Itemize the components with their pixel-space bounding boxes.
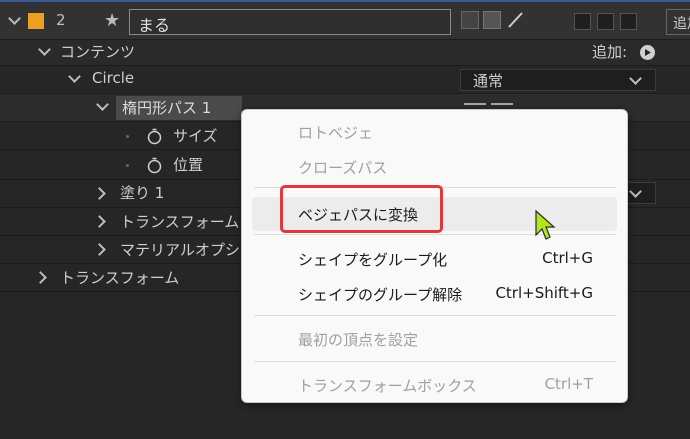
menu-item-set-first-vertex[interactable]: 最初の頂点を設定	[252, 322, 617, 356]
mouse-pointer-icon	[534, 209, 556, 241]
menu-separator-2	[254, 234, 616, 235]
size-stopwatch-icon[interactable]	[146, 128, 163, 145]
contents-row[interactable]: コンテンツ 追加:	[0, 40, 690, 66]
blend-mode-select[interactable]: 通常	[460, 69, 656, 91]
menu-item-ungroup-shapes[interactable]: シェイプのグループ解除 Ctrl+Shift+G	[252, 277, 617, 311]
layer-row[interactable]: 2 ★ まる 追加	[0, 2, 690, 40]
size-bullet	[126, 135, 129, 138]
ellipse-path-label-box[interactable]: 楕円形パス 1	[116, 96, 242, 120]
context-menu: ロトベジェ クローズパス ベジェパスに変換 シェイプをグループ化 Ctrl+G …	[241, 109, 628, 403]
menu-item-group-shapes[interactable]: シェイプをグループ化 Ctrl+G	[252, 242, 617, 276]
size-label: サイズ	[173, 127, 218, 145]
layer-add-button[interactable]: 追加	[666, 9, 690, 35]
switch-box-2[interactable]	[597, 13, 614, 30]
layer-number: 2	[56, 11, 66, 29]
material-options-chevron-icon[interactable]	[93, 243, 106, 256]
ellipse-path-chevron-icon[interactable]	[96, 98, 109, 111]
ellipse-path-label: 楕円形パス 1	[122, 99, 212, 117]
contents-add-label[interactable]: 追加:	[592, 41, 627, 62]
layer-name-field[interactable]: まる	[129, 9, 451, 35]
circle-group-row[interactable]: Circle 通常	[0, 66, 690, 94]
menu-item-rotobezier[interactable]: ロトベジェ	[252, 115, 617, 149]
pen-toggle-icon[interactable]	[506, 11, 524, 29]
star-icon[interactable]: ★	[104, 10, 120, 31]
blend-mode-chevron-down-icon	[629, 72, 642, 85]
play-add-icon[interactable]	[640, 45, 655, 60]
layer-name-text: まる	[138, 16, 171, 35]
switch-box-1[interactable]	[574, 13, 591, 30]
menu-item-transform-box[interactable]: トランスフォームボックス Ctrl+T	[252, 368, 617, 402]
contents-chevron-icon[interactable]	[38, 43, 51, 56]
fill-chevron-icon[interactable]	[93, 187, 106, 200]
layer-expand-chevron-icon[interactable]	[8, 12, 21, 25]
circle-label: Circle	[92, 69, 135, 87]
shy-toggle-icon[interactable]	[461, 11, 479, 29]
circle-chevron-icon[interactable]	[68, 70, 81, 83]
menu-separator-3	[254, 315, 616, 316]
position-label: 位置	[173, 156, 204, 174]
position-bullet	[126, 164, 129, 167]
layer-color-swatch[interactable]	[28, 13, 44, 29]
position-stopwatch-icon[interactable]	[146, 157, 163, 174]
fill-label: 塗り 1	[120, 184, 165, 202]
transform-inner-label: トランスフォーム	[120, 213, 240, 231]
fill-mode-chevron-down-icon	[629, 185, 642, 198]
highlight-annotation-box	[280, 185, 443, 233]
menu-separator-4	[254, 361, 616, 362]
contents-label: コンテンツ	[60, 43, 136, 61]
transform-inner-chevron-icon[interactable]	[93, 215, 106, 228]
switch-box-3[interactable]	[620, 13, 637, 30]
transform-outer-label: トランスフォーム	[60, 269, 180, 287]
menu-item-close-path[interactable]: クローズパス	[252, 150, 617, 184]
transform-outer-chevron-icon[interactable]	[34, 271, 47, 284]
sun-toggle-icon[interactable]	[483, 11, 501, 29]
